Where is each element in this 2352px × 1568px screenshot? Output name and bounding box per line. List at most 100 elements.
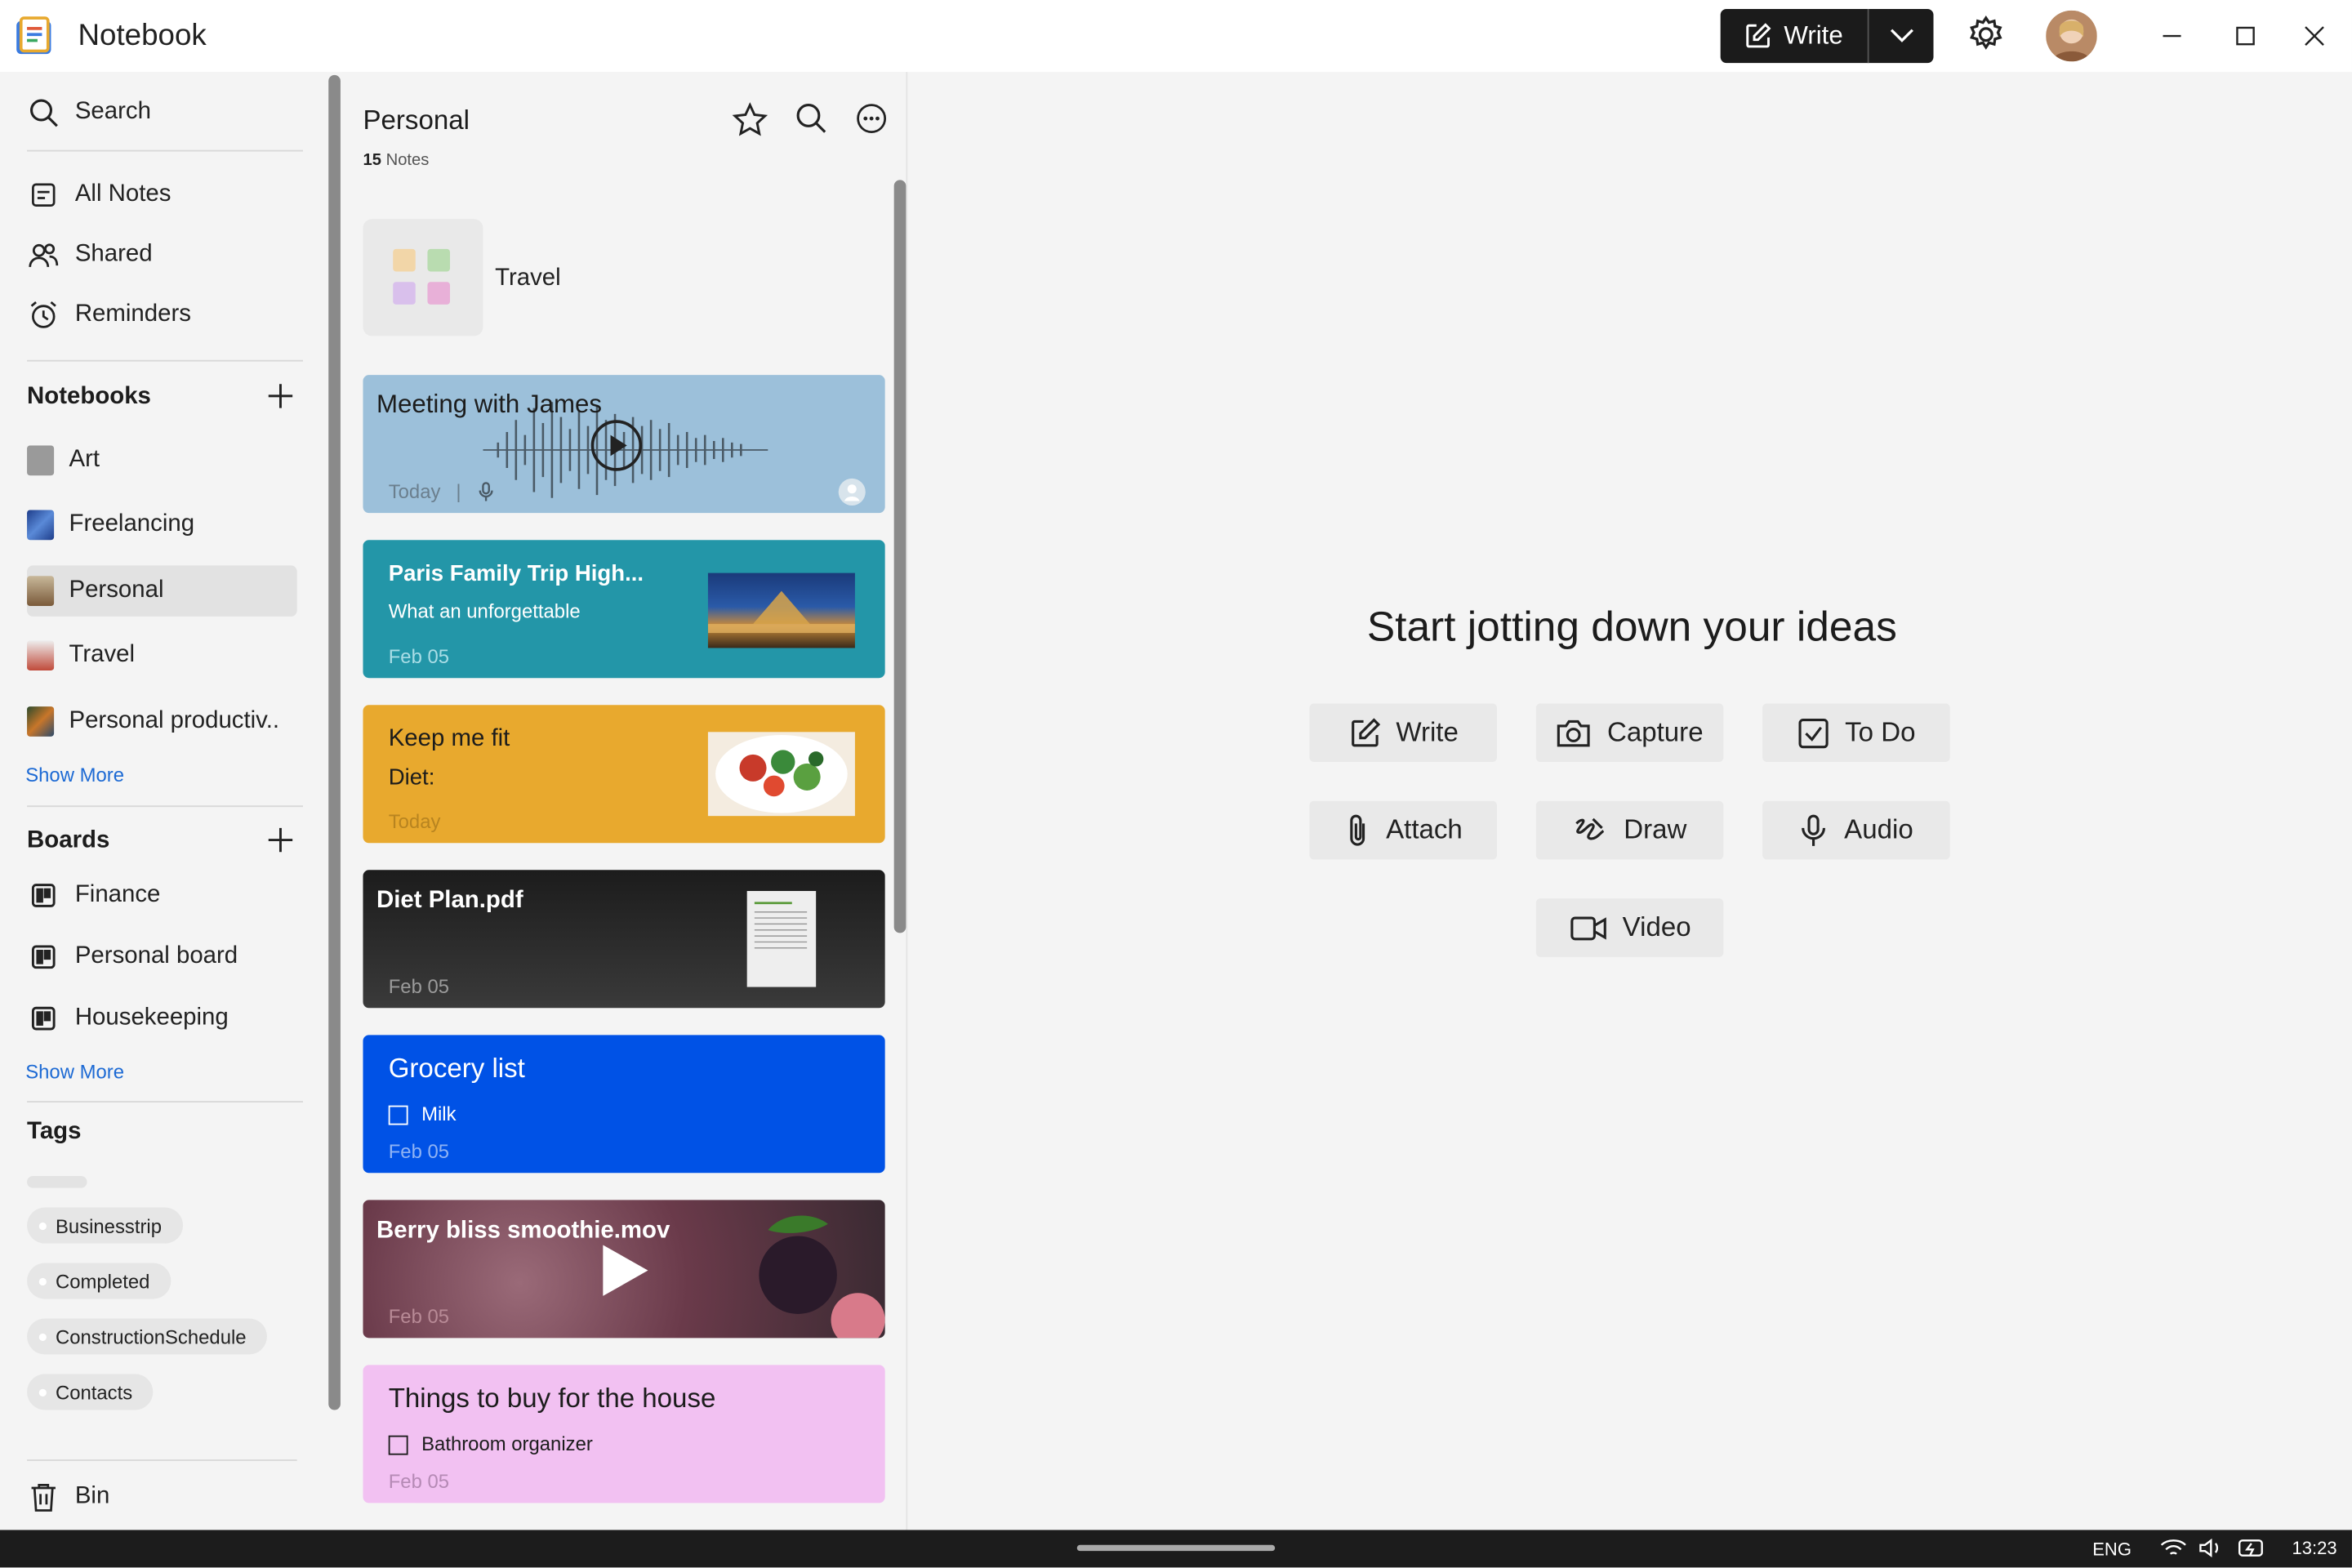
search-icon — [27, 96, 60, 129]
tag-chip-completed[interactable]: Completed — [27, 1263, 172, 1299]
write-button[interactable]: Write — [1721, 9, 1868, 63]
draw-action-button[interactable]: Draw — [1535, 800, 1724, 860]
tag-label: Businesstrip — [55, 1214, 163, 1237]
note-card-diet-plan-pdf[interactable]: Diet Plan.pdf Feb 05 — [363, 870, 885, 1009]
wifi-icon[interactable] — [2160, 1538, 2187, 1559]
divider — [27, 1459, 297, 1461]
tag-dot — [38, 1332, 47, 1341]
attach-action-button[interactable]: Attach — [1309, 800, 1498, 860]
notebook-item-freelancing[interactable]: Freelancing — [27, 500, 297, 550]
sidebar-scrollbar[interactable] — [328, 74, 341, 1410]
checkbox[interactable] — [388, 1435, 408, 1455]
note-card-title: Diet Plan.pdf — [376, 888, 523, 914]
board-icon — [27, 1002, 60, 1035]
gear-icon[interactable] — [1965, 14, 2007, 56]
write-button-label: Write — [1784, 20, 1843, 50]
stack-thumbnail[interactable] — [363, 219, 483, 336]
note-card-things-to-buy[interactable]: Things to buy for the house Bathroom org… — [363, 1365, 885, 1503]
maximize-icon[interactable] — [2227, 18, 2263, 54]
note-card-date: Feb 05 — [388, 1304, 450, 1328]
notebook-item-personal-productivity[interactable]: Personal productiv.. — [27, 696, 297, 746]
note-list-scrollbar[interactable] — [893, 180, 906, 933]
notebook-item-travel[interactable]: Travel — [27, 630, 297, 680]
sidebar-item-all-notes[interactable]: All Notes — [27, 170, 297, 220]
capture-action-button[interactable]: Capture — [1535, 703, 1724, 763]
action-label: To Do — [1845, 716, 1916, 747]
board-icon — [27, 941, 60, 973]
board-item-personal-board[interactable]: Personal board — [27, 932, 297, 982]
stack-label[interactable]: Travel — [495, 265, 561, 292]
sidebar-item-shared[interactable]: Shared — [27, 229, 297, 280]
notebook-item-art[interactable]: Art — [27, 435, 297, 486]
show-more-boards-link[interactable]: Show More — [25, 1061, 124, 1084]
checkbox[interactable] — [388, 1105, 408, 1125]
pencil-icon — [1745, 23, 1772, 50]
notebook-label: Freelancing — [69, 511, 195, 537]
sidebar-item-bin[interactable]: Bin — [27, 1472, 297, 1522]
pdf-thumbnail — [746, 890, 817, 987]
action-label: Capture — [1606, 716, 1704, 747]
battery-charging-icon[interactable] — [2238, 1538, 2268, 1559]
todo-action-button[interactable]: To Do — [1762, 703, 1950, 763]
minimize-icon[interactable] — [2154, 18, 2190, 54]
checkbox-icon — [1797, 716, 1829, 749]
note-card-title: Meeting with James — [376, 390, 602, 419]
alarm-icon — [27, 299, 60, 332]
volume-icon[interactable] — [2199, 1538, 2223, 1559]
note-card-snippet: What an unforgettable — [388, 599, 581, 623]
note-card-keep-me-fit[interactable]: Keep me fit Diet: Today — [363, 705, 885, 844]
language-indicator[interactable]: ENG — [2092, 1539, 2132, 1560]
play-audio-button[interactable] — [590, 420, 643, 471]
video-thumbnail-berries — [759, 1215, 885, 1339]
tag-label: ConstructionSchedule — [55, 1325, 247, 1348]
show-more-notebooks-link[interactable]: Show More — [25, 764, 124, 786]
note-card-berry-bliss-smoothie[interactable]: Berry bliss smoothie.mov Feb 05 — [363, 1200, 885, 1339]
note-card-grocery-list[interactable]: Grocery list Milk Feb 05 — [363, 1035, 885, 1174]
note-icon — [27, 179, 60, 212]
app-title: Notebook — [78, 19, 207, 53]
clock[interactable]: 13:23 — [2292, 1538, 2336, 1559]
tag-chip-contacts[interactable]: Contacts — [27, 1374, 154, 1410]
sidebar-item-reminders[interactable]: Reminders — [27, 289, 297, 340]
add-board-icon[interactable] — [264, 823, 296, 856]
home-indicator[interactable] — [1076, 1544, 1276, 1552]
boards-header: Boards — [27, 827, 110, 854]
note-card-date: Feb 05 — [388, 974, 450, 998]
note-card-meeting-with-james[interactable]: Meeting with James Today | — [363, 375, 885, 514]
play-video-icon[interactable] — [597, 1242, 651, 1299]
notebook-cover-thumbnail — [27, 445, 55, 476]
action-label: Audio — [1844, 814, 1913, 845]
note-card-title: Things to buy for the house — [388, 1383, 716, 1414]
tag-chip-businesstrip[interactable]: Businesstrip — [27, 1207, 183, 1244]
write-action-button[interactable]: Write — [1309, 703, 1498, 763]
write-dropdown-button[interactable] — [1869, 9, 1934, 63]
close-icon[interactable] — [2296, 18, 2332, 54]
note-card-paris-family-trip[interactable]: Paris Family Trip High... What an unforg… — [363, 540, 885, 679]
tag-filter-pill[interactable] — [27, 1175, 87, 1188]
action-label: Video — [1622, 911, 1691, 942]
star-icon[interactable] — [732, 102, 768, 138]
notebook-label: Art — [69, 447, 100, 473]
board-item-finance[interactable]: Finance — [27, 870, 297, 920]
board-label: Housekeeping — [74, 1004, 229, 1031]
sidebar-item-label: All Notes — [74, 181, 172, 207]
board-icon — [27, 879, 60, 911]
shared-user-avatar — [838, 478, 866, 506]
note-card-title: Berry bliss smoothie.mov — [376, 1218, 670, 1244]
audio-action-button[interactable]: Audio — [1762, 800, 1950, 860]
add-notebook-icon[interactable] — [264, 380, 296, 412]
board-item-housekeeping[interactable]: Housekeeping — [27, 993, 297, 1044]
notebook-item-personal[interactable]: Personal — [27, 565, 297, 617]
separator: | — [456, 479, 461, 503]
tag-chip-constructionschedule[interactable]: ConstructionSchedule — [27, 1318, 268, 1355]
video-action-button[interactable]: Video — [1535, 898, 1724, 957]
user-avatar[interactable] — [2046, 10, 2097, 62]
more-options-icon[interactable] — [855, 102, 891, 138]
note-card-title: Grocery list — [388, 1053, 525, 1084]
notebook-cover-thumbnail — [27, 510, 55, 541]
board-label: Finance — [74, 881, 161, 908]
search-icon[interactable] — [795, 102, 831, 138]
notebook-cover-thumbnail — [27, 576, 55, 607]
search-button[interactable]: Search — [27, 87, 297, 138]
tag-label: Contacts — [55, 1380, 133, 1404]
